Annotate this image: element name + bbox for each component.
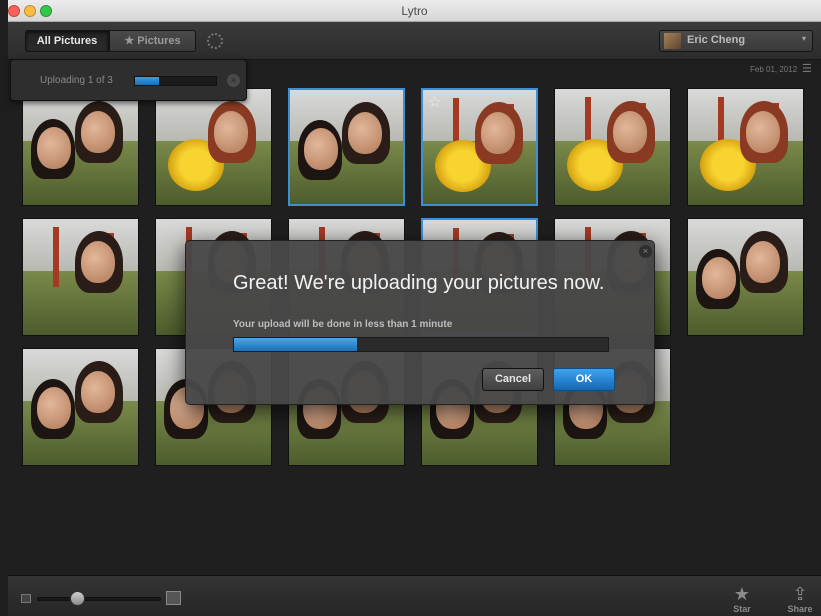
zoom-slider[interactable] xyxy=(37,597,161,601)
dialog-message: Your upload will be done in less than 1 … xyxy=(233,319,453,330)
bridge-tower xyxy=(53,227,59,287)
person-face xyxy=(481,112,515,154)
person-face xyxy=(702,257,736,299)
photo-thumbnail[interactable]: ☆ xyxy=(421,88,538,206)
person-face xyxy=(746,111,780,153)
share-label: Share xyxy=(787,604,813,614)
person-face xyxy=(81,111,115,153)
user-menu[interactable]: Eric Cheng ▾ xyxy=(659,30,813,52)
star-outline-icon[interactable]: ☆ xyxy=(428,93,441,111)
upload-status-text: Uploading 1 of 3 xyxy=(40,75,113,86)
list-menu-icon[interactable]: ☰ xyxy=(802,62,812,75)
ok-button[interactable]: OK xyxy=(553,368,615,391)
cancel-button[interactable]: Cancel xyxy=(482,368,544,391)
person-face xyxy=(613,111,647,153)
bottom-bar: ★ Star ⇪ Share xyxy=(8,575,821,616)
lytro-window: Lytro All Pictures ★ Pictures Eric Cheng… xyxy=(8,0,821,616)
upload-dialog: × Great! We're uploading your pictures n… xyxy=(185,240,655,405)
star-icon: ★ xyxy=(733,584,751,604)
photo-thumbnail[interactable] xyxy=(155,88,272,206)
upload-progress-bar xyxy=(134,76,217,86)
person-face xyxy=(746,241,780,283)
star-label: Star xyxy=(733,604,751,614)
dialog-progress-bar xyxy=(233,337,609,352)
zoom-slider-handle[interactable] xyxy=(70,591,85,606)
avatar xyxy=(664,33,681,49)
photo-thumbnail[interactable] xyxy=(22,218,139,336)
tab-all-pictures[interactable]: All Pictures xyxy=(25,30,109,52)
tab-starred-pictures[interactable]: ★ Pictures xyxy=(109,30,196,52)
person-face xyxy=(37,387,71,429)
person-face xyxy=(37,127,71,169)
person-face xyxy=(348,112,382,154)
chevron-down-icon: ▾ xyxy=(801,34,806,43)
star-button[interactable]: ★ Star xyxy=(724,584,760,614)
cancel-upload-button[interactable]: × xyxy=(227,74,240,87)
photo-thumbnail[interactable] xyxy=(22,88,139,206)
share-icon: ⇪ xyxy=(792,584,808,604)
photo-thumbnail[interactable] xyxy=(687,88,804,206)
dialog-title: Great! We're uploading your pictures now… xyxy=(233,272,605,294)
large-thumbnail-icon xyxy=(166,591,181,605)
upload-status-popover: Uploading 1 of 3 × xyxy=(10,59,247,101)
photo-thumbnail[interactable] xyxy=(554,88,671,206)
toolbar: All Pictures ★ Pictures Eric Cheng ▾ xyxy=(8,22,821,60)
activity-spinner-icon[interactable] xyxy=(207,33,223,49)
photo-thumbnail[interactable] xyxy=(687,218,804,336)
window-title: Lytro xyxy=(401,4,428,18)
person-face xyxy=(304,128,338,170)
date-header: Feb 01, 2012 xyxy=(750,65,798,74)
user-name: Eric Cheng xyxy=(687,34,746,46)
share-button[interactable]: ⇪ Share xyxy=(782,584,818,614)
close-dialog-button[interactable]: × xyxy=(639,245,652,258)
photo-thumbnail[interactable] xyxy=(288,88,405,206)
title-bar: Lytro xyxy=(8,0,821,22)
dialog-progress-fill xyxy=(234,338,358,351)
person-face xyxy=(81,371,115,413)
upload-progress-fill xyxy=(135,77,160,85)
photo-thumbnail[interactable] xyxy=(22,348,139,466)
person-face xyxy=(81,241,115,283)
small-thumbnail-icon xyxy=(21,594,31,603)
person-face xyxy=(214,111,248,153)
